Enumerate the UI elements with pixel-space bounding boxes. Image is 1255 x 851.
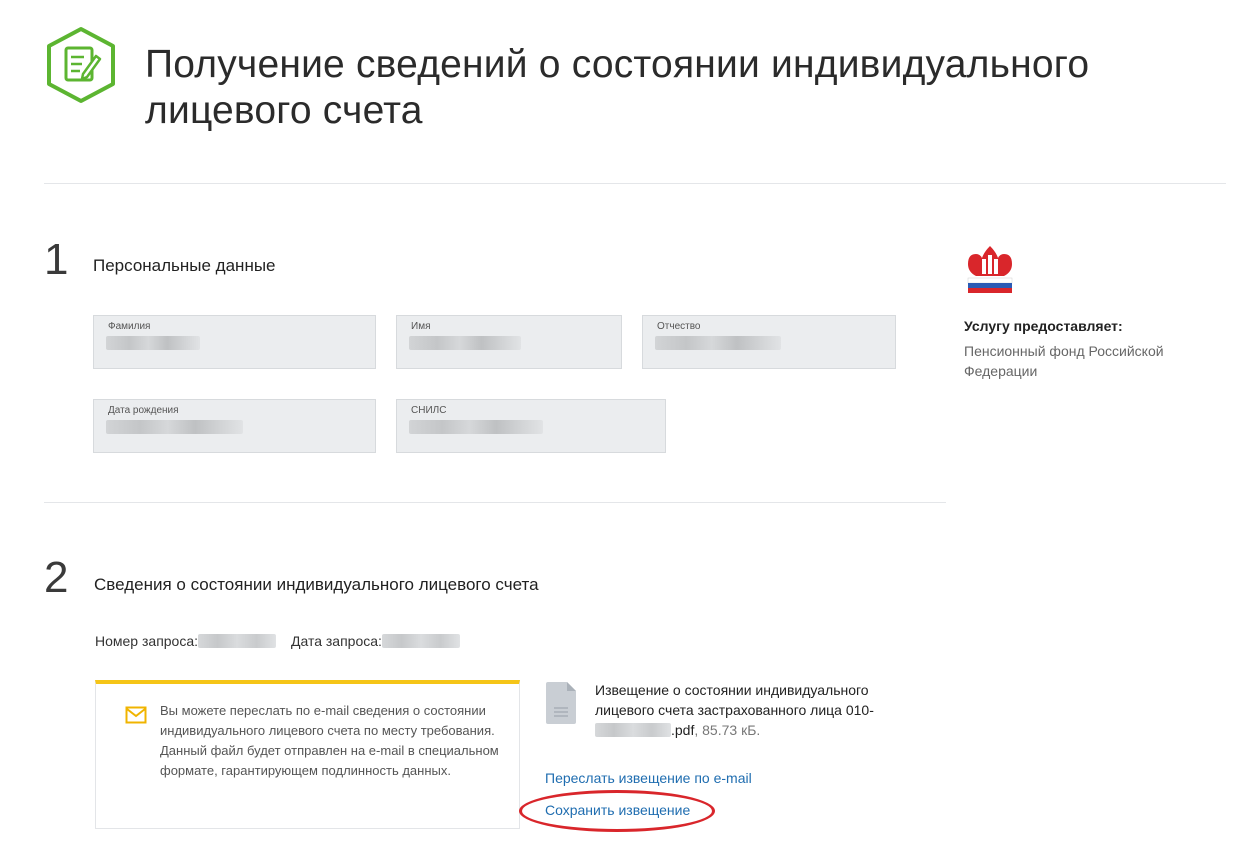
- field-label: Имя: [411, 321, 431, 332]
- masked-value: [106, 336, 200, 350]
- document-edit-icon: [47, 27, 115, 103]
- masked-value: [595, 723, 671, 737]
- file-size: , 85.73 кБ.: [694, 722, 761, 738]
- file-extension: .pdf: [671, 722, 695, 738]
- surname-field[interactable]: Фамилия: [93, 315, 376, 369]
- snils-field[interactable]: СНИЛС: [396, 399, 666, 453]
- file-description: Извещение о состоянии индивидуального ли…: [595, 680, 915, 740]
- request-number-label: Номер запроса:: [95, 633, 199, 649]
- file-name: Извещение о состоянии индивидуального ли…: [595, 682, 874, 718]
- masked-value: [409, 336, 521, 350]
- provider-label: Услугу предоставляет:: [964, 318, 1123, 334]
- masked-value: [409, 420, 543, 434]
- field-label: Отчество: [657, 321, 701, 332]
- section-title-account-info: Сведения о состоянии индивидуального лиц…: [94, 575, 539, 594]
- notice-text: Вы можете переслать по e-mail сведения о…: [160, 703, 499, 778]
- page-title: Получение сведений о состоянии индивидуа…: [145, 43, 1090, 132]
- step-number: 2: [44, 553, 69, 602]
- masked-value: [198, 634, 277, 648]
- pfr-logo: [967, 246, 1013, 293]
- request-date: Дата запроса:: [291, 633, 460, 649]
- email-notice: Вы можете переслать по e-mail сведения о…: [95, 680, 520, 829]
- divider: [44, 502, 946, 503]
- divider: [44, 183, 1226, 184]
- file-icon[interactable]: [544, 680, 578, 726]
- masked-value: [381, 634, 460, 648]
- provider-name: Пенсионный фонд Российской Федерации: [964, 343, 1164, 379]
- masked-value: [655, 336, 781, 350]
- section-title-personal-data: Персональные данные: [93, 256, 276, 275]
- send-email-link[interactable]: Переслать извещение по e-mail: [545, 770, 752, 786]
- request-date-label: Дата запроса:: [291, 633, 382, 649]
- patronymic-field[interactable]: Отчество: [642, 315, 896, 369]
- masked-value: [106, 420, 243, 434]
- envelope-icon: [125, 706, 147, 724]
- request-number: Номер запроса:: [95, 633, 277, 649]
- highlight-ellipse: [519, 790, 715, 832]
- name-field[interactable]: Имя: [396, 315, 622, 369]
- field-label: Фамилия: [108, 321, 151, 332]
- field-label: Дата рождения: [108, 405, 179, 416]
- step-number: 1: [44, 235, 69, 284]
- birthdate-field[interactable]: Дата рождения: [93, 399, 376, 453]
- field-label: СНИЛС: [411, 405, 447, 416]
